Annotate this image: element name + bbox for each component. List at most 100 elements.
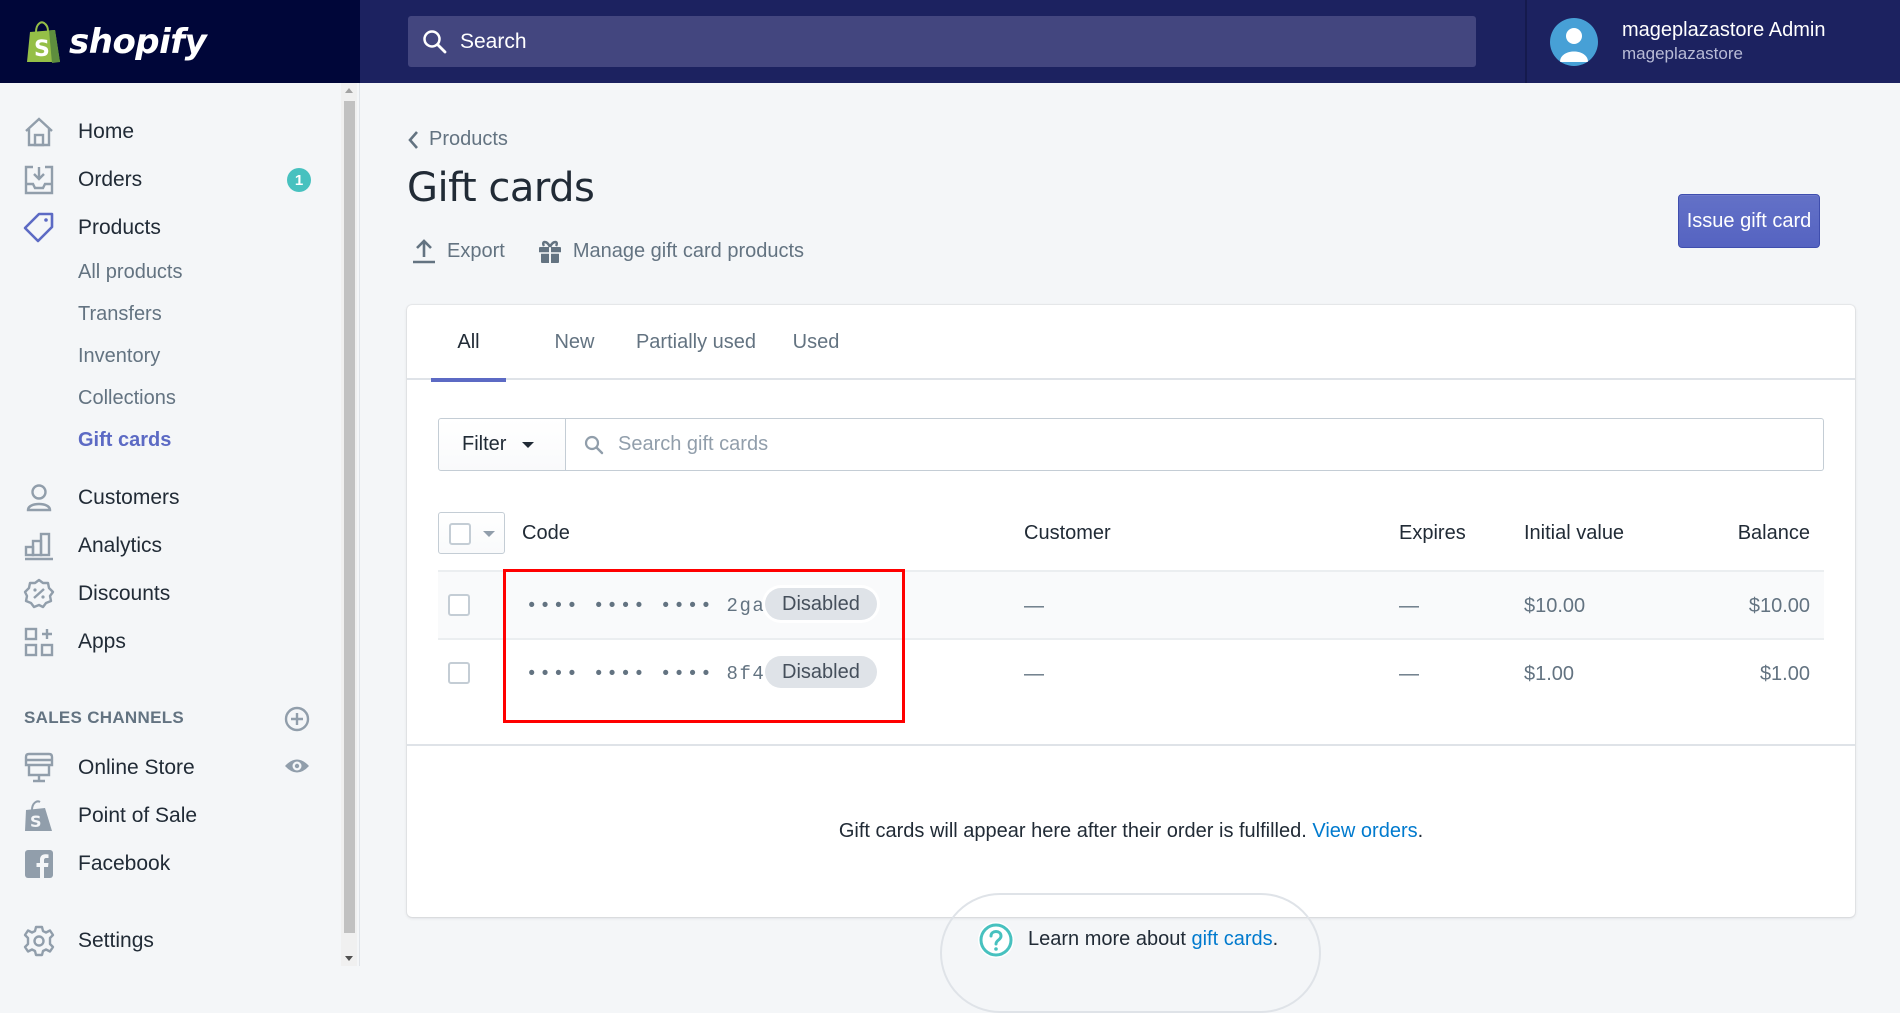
learn-more-callout: Learn more about gift cards.: [940, 893, 1321, 1013]
table-row[interactable]: •••• •••• •••• 8f44 Disabled — — $1.00 $…: [438, 638, 1824, 706]
export-button[interactable]: Export: [411, 238, 505, 264]
sidebar-item-orders[interactable]: Orders 1: [0, 160, 340, 200]
expires-cell: —: [1399, 595, 1419, 617]
person-icon: [22, 481, 56, 515]
export-icon: [413, 239, 435, 264]
view-orders-link[interactable]: View orders: [1312, 820, 1417, 843]
home-icon: [22, 115, 56, 149]
gift-cards-card: All New Partially used Used Filter Code …: [407, 305, 1855, 917]
sidebar-item-label: Settings: [78, 929, 154, 952]
table-header: Code Customer Expires Initial value Bala…: [438, 512, 1824, 562]
orders-icon: [22, 163, 56, 197]
filter-label: Filter: [462, 433, 507, 455]
plus-circle-icon: [284, 706, 310, 732]
sidebar-scrollbar[interactable]: [341, 83, 357, 966]
manage-gift-card-products-button[interactable]: Manage gift card products: [537, 238, 804, 264]
gift-card-code[interactable]: •••• •••• •••• 8f44: [526, 663, 778, 685]
sidebar-item-label: Products: [78, 216, 161, 239]
breadcrumb-label: Products: [429, 128, 508, 150]
sidebar-subitem-gift-cards[interactable]: Gift cards: [78, 429, 171, 452]
pos-bag-icon: S: [22, 799, 56, 833]
shopify-logo[interactable]: S shopify: [0, 0, 360, 83]
sidebar-subitem-collections[interactable]: Collections: [78, 387, 176, 410]
global-search-input[interactable]: [460, 29, 1360, 54]
sidebar-item-customers[interactable]: Customers: [0, 478, 340, 518]
issue-gift-card-button[interactable]: Issue gift card: [1678, 194, 1820, 248]
scroll-down-arrow[interactable]: [345, 956, 353, 961]
breadcrumb-products[interactable]: Products: [407, 128, 508, 151]
page-actions: Export Manage gift card products: [411, 238, 804, 264]
expires-cell: —: [1399, 663, 1419, 685]
add-sales-channel-button[interactable]: [284, 706, 310, 737]
learn-more-text: Learn more about: [1028, 928, 1186, 950]
tab-new[interactable]: New: [537, 305, 612, 380]
column-header-initial-value[interactable]: Initial value: [1524, 522, 1624, 545]
balance-cell: $10.00: [1748, 595, 1810, 617]
tab-used[interactable]: Used: [781, 305, 851, 380]
export-label: Export: [447, 239, 505, 262]
column-header-expires[interactable]: Expires: [1399, 522, 1466, 545]
column-header-code[interactable]: Code: [522, 522, 570, 545]
bar-chart-icon: [22, 529, 56, 563]
filter-bar: Filter: [438, 418, 1824, 471]
tab-partially-used[interactable]: Partially used: [626, 305, 766, 380]
sidebar-item-home[interactable]: Home: [0, 112, 340, 152]
column-header-customer[interactable]: Customer: [1024, 522, 1111, 545]
caret-down-icon: [483, 531, 495, 537]
sidebar-item-products[interactable]: Products: [0, 208, 340, 248]
customer-cell: —: [1024, 595, 1044, 617]
sidebar-item-label: Facebook: [78, 852, 171, 875]
bulk-select-dropdown[interactable]: [438, 512, 505, 554]
search-icon: [584, 435, 604, 454]
svg-text:S: S: [34, 37, 50, 62]
gift-cards-help-link[interactable]: gift cards: [1191, 928, 1272, 951]
column-header-balance[interactable]: Balance: [1738, 522, 1810, 545]
tab-all[interactable]: All: [431, 305, 506, 382]
sidebar-item-label: Discounts: [78, 582, 171, 605]
main-content: Products Gift cards Export Manage gift c…: [361, 83, 1900, 1013]
sidebar-item-settings[interactable]: Settings: [0, 921, 340, 961]
gift-card-search[interactable]: [566, 418, 1824, 471]
scroll-up-arrow[interactable]: [345, 88, 353, 93]
sidebar-item-label: Online Store: [78, 756, 195, 779]
learn-more-suffix: .: [1272, 928, 1279, 950]
view-online-store-button[interactable]: [284, 757, 310, 780]
select-all-checkbox[interactable]: [449, 523, 471, 545]
sidebar-item-discounts[interactable]: Discounts: [0, 574, 340, 614]
sidebar-subitem-transfers[interactable]: Transfers: [78, 303, 162, 326]
gift-card-search-input[interactable]: [618, 433, 1718, 456]
sidebar-item-online-store[interactable]: Online Store: [0, 748, 340, 788]
initial-value-cell: $1.00: [1524, 663, 1575, 685]
facebook-icon: [22, 847, 56, 881]
scroll-thumb[interactable]: [344, 101, 355, 933]
sidebar-item-apps[interactable]: Apps: [0, 622, 340, 662]
sidebar-item-facebook[interactable]: Facebook: [0, 844, 340, 884]
code-mask: •••• •••• ••••: [526, 595, 714, 617]
sidebar-subitem-all-products[interactable]: All products: [78, 261, 183, 284]
balance-cell: $1.00: [1759, 663, 1810, 685]
user-menu[interactable]: mageplazastore Admin mageplazastore: [1525, 0, 1900, 83]
table-row[interactable]: •••• •••• •••• 2ga9 Disabled — — $10.00 …: [438, 570, 1824, 638]
avatar: [1550, 17, 1598, 66]
store-name: mageplazastore: [1622, 44, 1743, 63]
sidebar-item-label: Analytics: [78, 534, 163, 557]
row-checkbox[interactable]: [448, 594, 470, 616]
eye-icon: [285, 759, 309, 772]
discount-icon: [22, 577, 56, 611]
row-checkbox[interactable]: [448, 662, 470, 684]
sidebar-item-point-of-sale[interactable]: S Point of Sale: [0, 796, 340, 836]
gear-icon: [22, 924, 56, 958]
filter-dropdown-button[interactable]: Filter: [438, 418, 566, 471]
sidebar-item-analytics[interactable]: Analytics: [0, 526, 340, 566]
note-suffix: .: [1417, 820, 1424, 842]
sidebar-subitem-inventory[interactable]: Inventory: [78, 345, 160, 368]
gift-card-code[interactable]: •••• •••• •••• 2ga9: [526, 595, 778, 617]
sidebar-item-label: Point of Sale: [78, 804, 198, 827]
sidebar-item-label: Orders: [78, 168, 143, 191]
global-search[interactable]: [408, 16, 1476, 67]
customer-cell: —: [1024, 663, 1044, 685]
fulfillment-note: Gift cards will appear here after their …: [407, 744, 1855, 917]
sidebar-item-label: Customers: [78, 486, 180, 509]
tag-icon: [22, 211, 56, 245]
svg-text:S: S: [30, 812, 42, 831]
